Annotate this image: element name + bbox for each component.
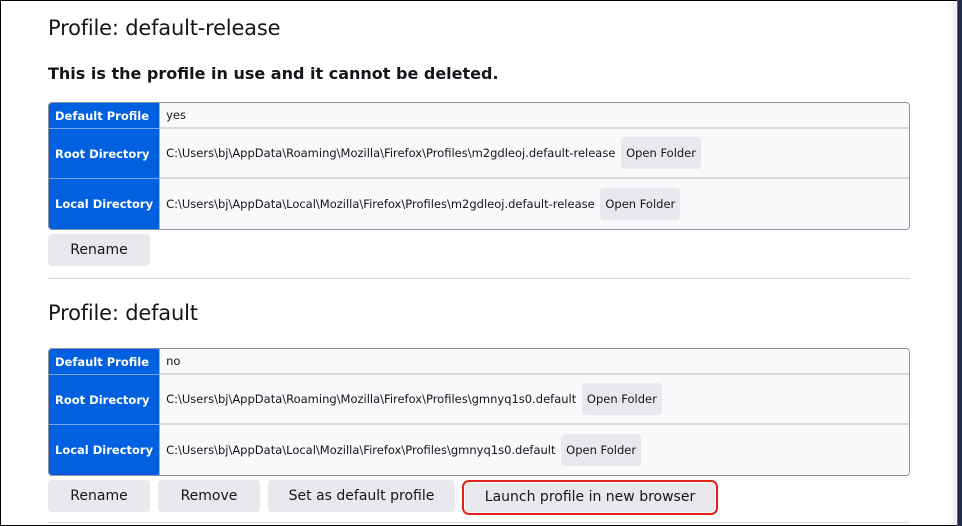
cell-local-directory: C:\Users\bj\AppData\Local\Mozilla\Firefo…	[160, 425, 909, 475]
launch-profile-button[interactable]: Launch profile in new browser	[462, 480, 718, 515]
row-root-directory: Root Directory C:\Users\bj\AppData\Roami…	[49, 375, 909, 425]
value-default-profile: yes	[160, 103, 909, 129]
open-folder-button[interactable]: Open Folder	[600, 188, 681, 220]
profile-info-table: Default Profile yes Root Directory C:\Us…	[48, 102, 910, 230]
cell-root-directory: C:\Users\bj\AppData\Roaming\Mozilla\Fire…	[160, 129, 909, 179]
label-default-profile: Default Profile	[49, 349, 161, 375]
open-folder-button[interactable]: Open Folder	[621, 137, 701, 169]
rename-button[interactable]: Rename	[48, 234, 150, 266]
open-folder-button[interactable]: Open Folder	[561, 434, 642, 466]
value-default-profile: no	[160, 349, 909, 375]
cell-local-directory: C:\Users\bj\AppData\Local\Mozilla\Firefo…	[160, 179, 909, 229]
rename-button[interactable]: Rename	[48, 480, 150, 512]
label-default-profile: Default Profile	[49, 103, 161, 129]
profile-info-table: Default Profile no Root Directory C:\Use…	[48, 348, 910, 476]
label-local-directory: Local Directory	[49, 425, 161, 475]
profile-separator	[48, 522, 910, 523]
scroll-shadow	[947, 0, 957, 526]
profile-title: Profile: default-release	[48, 16, 281, 40]
label-local-directory: Local Directory	[49, 179, 161, 229]
row-local-directory: Local Directory C:\Users\bj\AppData\Loca…	[49, 179, 909, 229]
window-edge	[957, 0, 962, 526]
label-root-directory: Root Directory	[49, 129, 161, 179]
value-local-directory: C:\Users\bj\AppData\Local\Mozilla\Firefo…	[166, 197, 595, 211]
value-root-directory: C:\Users\bj\AppData\Roaming\Mozilla\Fire…	[166, 392, 577, 406]
row-default-profile: Default Profile no	[49, 349, 909, 375]
cell-root-directory: C:\Users\bj\AppData\Roaming\Mozilla\Fire…	[160, 375, 909, 425]
value-local-directory: C:\Users\bj\AppData\Local\Mozilla\Firefo…	[166, 443, 556, 457]
row-local-directory: Local Directory C:\Users\bj\AppData\Loca…	[49, 425, 909, 475]
profile-title: Profile: default	[48, 301, 198, 325]
profile-in-use-notice: This is the profile in use and it cannot…	[48, 64, 499, 83]
label-root-directory: Root Directory	[49, 375, 161, 425]
remove-button[interactable]: Remove	[158, 480, 260, 512]
row-default-profile: Default Profile yes	[49, 103, 909, 129]
open-folder-button[interactable]: Open Folder	[581, 383, 662, 415]
set-default-profile-button[interactable]: Set as default profile	[268, 480, 455, 512]
row-root-directory: Root Directory C:\Users\bj\AppData\Roami…	[49, 129, 909, 179]
value-root-directory: C:\Users\bj\AppData\Roaming\Mozilla\Fire…	[166, 146, 616, 160]
profile-separator	[48, 278, 910, 279]
